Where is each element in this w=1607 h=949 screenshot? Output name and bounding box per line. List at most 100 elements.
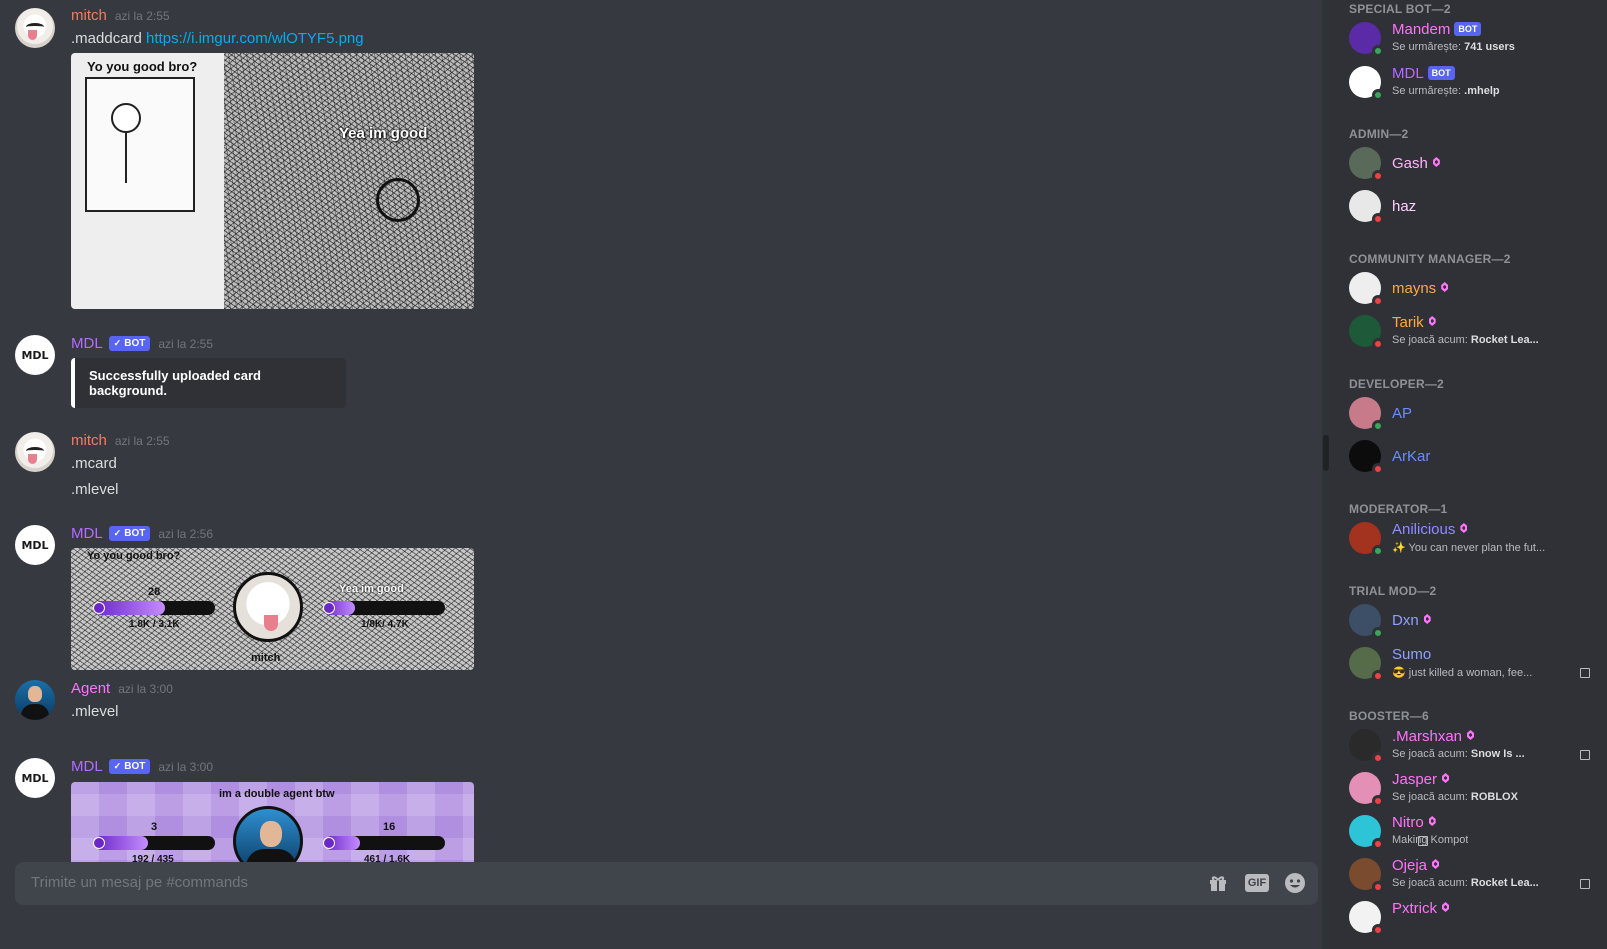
username[interactable]: mitch [71, 432, 107, 449]
level-icon [93, 837, 105, 849]
gif-icon[interactable]: GIF [1245, 874, 1269, 892]
booster-icon [1441, 772, 1451, 785]
member-name-text: Gash [1392, 155, 1428, 172]
status-dnd-icon [1372, 924, 1384, 936]
avatar[interactable]: MDL [15, 525, 55, 565]
bot-tag: BOT [1427, 66, 1455, 80]
avatar[interactable]: MDL [15, 335, 55, 375]
image-attachment[interactable]: Yo you good bro? Yea im good [71, 53, 474, 309]
section-header: SPECIAL BOT—2 [1349, 2, 1451, 16]
status-online-icon [1372, 420, 1384, 432]
level-bar-right [325, 601, 445, 615]
bot-tag-label: BOT [124, 528, 146, 539]
member-name-text: ArKar [1392, 448, 1431, 465]
stick-figure-2 [376, 178, 420, 222]
section-header: MODERATOR—1 [1349, 502, 1448, 516]
member-activity: Se joacă acum: Rocket Lea... [1392, 877, 1539, 889]
member-item[interactable]: Ojeja Se joacă acum: Rocket Lea... [1338, 854, 1600, 896]
message-text: .mlevel [71, 481, 119, 498]
member-item[interactable]: ArKar [1338, 436, 1600, 478]
card-avatar [233, 572, 303, 642]
member-name: Sumo [1392, 646, 1431, 663]
message-text: .mlevel [71, 703, 119, 720]
bot-tag: ✓ BOT [108, 526, 151, 541]
avatar[interactable] [15, 680, 55, 720]
member-name-text: Jasper [1392, 771, 1438, 788]
member-name: AP [1392, 405, 1412, 422]
member-item[interactable]: Nitro Making Kompot [1338, 811, 1600, 853]
activity-detail: ROBLOX [1470, 791, 1518, 803]
member-item[interactable]: Sumo 😎 just killed a woman, fee... [1338, 643, 1600, 685]
rank-card-image[interactable]: im a double agent btw 3 192 / 435 16 461… [71, 782, 474, 862]
status-dnd-icon [1372, 213, 1384, 225]
activity-detail: Rocket Lea... [1470, 877, 1539, 889]
message-link[interactable]: https://i.imgur.com/wlOTYF5.png [146, 30, 364, 47]
member-item[interactable]: Gash [1338, 143, 1600, 185]
member-activity: 😎 just killed a woman, fee... [1392, 666, 1532, 679]
member-name-text: Nitro [1392, 814, 1424, 831]
booster-icon [1440, 281, 1450, 294]
level-number: 3 [151, 821, 158, 833]
username[interactable]: MDL [71, 525, 103, 542]
card-caption-top: Yo you good bro? [87, 550, 181, 562]
verified-check-icon: ✓ [113, 761, 122, 771]
timestamp: azi la 3:00 [118, 682, 173, 696]
activity-text: ✨ You can never plan the fut... [1392, 542, 1546, 554]
chat-scrollbar-track[interactable] [1322, 0, 1330, 949]
activity-text: Se joacă acum: [1392, 877, 1471, 889]
message: MDL MDL ✓ BOT azi la 3:00 im a double age… [0, 748, 1310, 862]
username[interactable]: Agent [71, 680, 110, 697]
message-input-placeholder: Trimite un mesaj pe #commands [31, 874, 249, 891]
member-item[interactable]: Dxn [1338, 600, 1600, 642]
booster-icon [1423, 613, 1433, 626]
member-item[interactable]: mayns [1338, 268, 1600, 310]
member-name-text: Ojeja [1392, 857, 1428, 874]
section-header: COMMUNITY MANAGER—2 [1349, 252, 1511, 266]
level-bar-left [95, 601, 215, 615]
member-item[interactable]: MDL BOT Se urmărește: .mhelp [1338, 62, 1600, 104]
note-icon [1580, 879, 1590, 889]
avatar[interactable]: MDL [15, 758, 55, 798]
member-name-text: Pxtrick [1392, 900, 1437, 917]
username[interactable]: MDL [71, 758, 103, 775]
emoji-icon[interactable] [1283, 871, 1307, 895]
globe-icon [323, 837, 335, 849]
member-item[interactable]: .Marshxan Se joacă acum: Snow Is ... [1338, 725, 1600, 767]
member-name: Gash [1392, 155, 1442, 172]
member-item[interactable]: Pxtrick [1338, 897, 1600, 939]
activity-detail: Rocket Lea... [1470, 334, 1539, 346]
message-input[interactable]: Trimite un mesaj pe #commands GIF [15, 862, 1318, 905]
member-name: Tarik [1392, 314, 1438, 331]
member-name-text: .Marshxan [1392, 728, 1463, 745]
member-name-text: Sumo [1392, 646, 1432, 663]
member-item[interactable]: Jasper Se joacă acum: ROBLOX [1338, 768, 1600, 810]
card-caption-right: Yea im good [339, 583, 404, 595]
member-item[interactable]: haz [1338, 186, 1600, 228]
member-name: ArKar [1392, 448, 1430, 465]
xp-text: 1/8K/ 4.7K [361, 619, 409, 630]
message: MDL MDL ✓ BOT azi la 2:55 Successfully up… [0, 325, 1310, 410]
member-item[interactable]: Mandem BOT Se urmărește: 741 users [1338, 18, 1600, 60]
member-name: haz [1392, 198, 1416, 215]
member-item[interactable]: Tarik Se joacă acum: Rocket Lea... [1338, 311, 1600, 353]
embed: Successfully uploaded card background. [71, 358, 346, 408]
member-item[interactable]: AP [1338, 393, 1600, 435]
status-dnd-icon [1372, 795, 1384, 807]
member-name: Nitro [1392, 814, 1438, 831]
chat-scrollbar-thumb[interactable] [1323, 435, 1329, 471]
rank-card-image[interactable]: Yo you good bro? Yea im good 28 1.8K / 3… [71, 548, 474, 670]
member-activity: Se urmărește: .mhelp [1392, 85, 1500, 97]
avatar[interactable] [15, 8, 55, 48]
section-header: TRIAL MOD—2 [1349, 584, 1437, 598]
bot-tag: ✓ BOT [108, 759, 151, 774]
message-content: .maddcard https://i.imgur.com/wlOTYF5.pn… [71, 30, 364, 47]
username[interactable]: mitch [71, 7, 107, 24]
member-item[interactable]: Anilicious ✨ You can never plan the fut.… [1338, 518, 1600, 560]
member-name: Ojeja [1392, 857, 1441, 874]
message-text: .maddcard [71, 30, 142, 47]
xp-text: 192 / 435 [132, 854, 174, 862]
username[interactable]: MDL [71, 335, 103, 352]
gift-icon[interactable] [1206, 871, 1230, 895]
message: Agent azi la 3:00 .mlevel [0, 672, 1310, 732]
avatar[interactable] [15, 432, 55, 472]
